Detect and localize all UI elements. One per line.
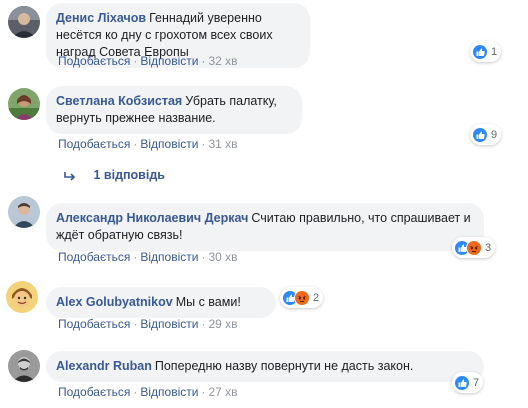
angry-icon <box>294 289 310 306</box>
comment-author[interactable]: Alexandr Ruban <box>56 359 152 373</box>
avatar[interactable] <box>8 350 40 382</box>
comment-bubble: Alex Golubyatnikov Мы с вами! <box>46 287 276 318</box>
comment-actions: Подобається · Відповісти · 27 хв <box>58 385 238 399</box>
avatar[interactable] <box>6 281 38 313</box>
comment-bubble: Alexandr Ruban Попередню назву повернути … <box>46 351 484 382</box>
view-replies-link[interactable]: 1 відповідь <box>64 168 165 182</box>
replies-count[interactable]: 1 відповідь <box>93 168 164 182</box>
comment-actions: Подобається · Відповісти · 32 хв <box>58 54 238 68</box>
reaction-count: 2 <box>313 291 320 304</box>
reaction-count: 1 <box>491 45 498 58</box>
like-link[interactable]: Подобається <box>58 250 130 264</box>
reply-link[interactable]: Відповісти <box>140 385 198 399</box>
like-link[interactable]: Подобається <box>58 137 130 151</box>
comment-author[interactable]: Александр Николаевич Деркач <box>56 211 248 225</box>
comment-actions: Подобається · Відповісти · 31 хв <box>58 137 238 151</box>
reaction-count: 9 <box>491 128 498 141</box>
comment-bubble: Светлана Кобзистая Убрать палатку, вернут… <box>46 86 302 134</box>
comment-author[interactable]: Светлана Кобзистая <box>56 94 182 108</box>
comment-text: Попередню назву повернути не дасть закон… <box>154 359 414 373</box>
reaction-badge[interactable]: 9 <box>470 124 502 145</box>
like-icon <box>472 43 488 60</box>
comment-time[interactable]: 27 хв <box>208 385 237 399</box>
comment-author[interactable]: Alex Golubyatnikov <box>56 295 173 309</box>
reply-link[interactable]: Відповісти <box>140 54 198 68</box>
reply-link[interactable]: Відповісти <box>140 137 198 151</box>
reaction-badge[interactable]: 1 <box>470 41 502 62</box>
like-icon <box>472 126 488 143</box>
comment-time[interactable]: 31 хв <box>208 137 237 151</box>
like-link[interactable]: Подобається <box>58 385 130 399</box>
comment-author[interactable]: Денис Ліхачов <box>56 11 146 25</box>
reply-link[interactable]: Відповісти <box>140 250 198 264</box>
like-icon <box>454 374 470 391</box>
reply-arrow-icon <box>64 168 79 182</box>
comment-bubble: Александр Николаевич Деркач Считаю правил… <box>46 203 484 251</box>
comment-time[interactable]: 29 хв <box>208 317 237 331</box>
comment-text: Мы с вами! <box>175 295 241 309</box>
angry-icon <box>466 239 482 256</box>
avatar[interactable] <box>8 196 40 228</box>
comment-actions: Подобається · Відповісти · 29 хв <box>58 317 238 331</box>
comment-actions: Подобається · Відповісти · 30 хв <box>58 250 238 264</box>
like-link[interactable]: Подобається <box>58 317 130 331</box>
reaction-badge[interactable]: 3 <box>452 237 496 258</box>
reaction-badge[interactable]: 2 <box>280 287 324 308</box>
reply-link[interactable]: Відповісти <box>140 317 198 331</box>
reaction-count: 7 <box>473 376 480 389</box>
like-link[interactable]: Подобається <box>58 54 130 68</box>
comment-time[interactable]: 30 хв <box>208 250 237 264</box>
avatar[interactable] <box>8 88 40 120</box>
reaction-count: 3 <box>485 241 492 254</box>
reaction-badge[interactable]: 7 <box>452 372 484 393</box>
avatar[interactable] <box>8 6 40 38</box>
comment-time[interactable]: 32 хв <box>208 54 237 68</box>
